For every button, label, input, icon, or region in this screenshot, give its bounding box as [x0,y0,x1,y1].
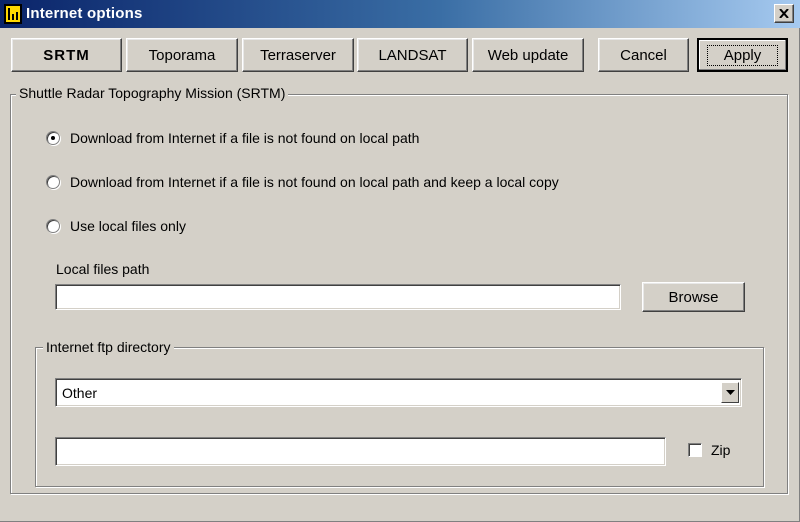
radio-download-keep-copy-label: Download from Internet if a file is not … [70,174,559,190]
ftp-group-label: Internet ftp directory [43,339,174,355]
cancel-button-label: Cancel [620,46,667,64]
chevron-down-icon [725,390,735,395]
tab-landsat[interactable]: LANDSAT [357,38,468,72]
window-title: Internet options [26,5,143,22]
app-icon [4,4,22,24]
ftp-directory-selected: Other [62,384,98,401]
tab-web-update[interactable]: Web update [472,38,584,72]
radio-local-only-label: Use local files only [70,218,186,234]
zip-checkbox[interactable] [688,443,702,457]
close-button[interactable] [774,4,794,23]
title-bar: Internet options [0,0,800,28]
local-files-path-label: Local files path [56,261,150,277]
radio-download-label: Download from Internet if a file is not … [70,130,420,146]
radio-button-selected[interactable] [46,131,60,145]
srtm-group-label: Shuttle Radar Topography Mission (SRTM) [16,85,289,101]
local-files-path-input[interactable] [55,284,621,310]
ftp-url-input[interactable] [55,437,666,466]
cancel-button[interactable]: Cancel [598,38,689,72]
radio-download-keep-copy[interactable]: Download from Internet if a file is not … [46,172,559,192]
dropdown-button[interactable] [721,382,739,403]
tab-toporama-label: Toporama [148,46,216,64]
browse-button[interactable]: Browse [642,282,745,312]
tab-landsat-label: LANDSAT [378,46,447,64]
tab-web-update-label: Web update [487,46,569,64]
tab-terraserver[interactable]: Terraserver [242,38,354,72]
tab-srtm[interactable]: SRTM [11,38,122,72]
tab-terraserver-label: Terraserver [260,46,336,64]
zip-label: Zip [711,442,731,458]
tab-toporama[interactable]: Toporama [126,38,238,72]
ftp-groupbox [35,347,764,487]
apply-button-label: Apply [706,44,779,66]
ftp-directory-select[interactable]: Other [55,378,742,407]
tab-srtm-label: SRTM [43,46,90,64]
browse-button-label: Browse [668,288,719,306]
radio-local-only[interactable]: Use local files only [46,216,186,236]
radio-button[interactable] [46,175,60,189]
apply-button[interactable]: Apply [697,38,788,72]
radio-download[interactable]: Download from Internet if a file is not … [46,128,419,148]
radio-button[interactable] [46,219,60,233]
close-icon [779,9,789,18]
internet-options-dialog: Internet options SRTM Toporama Terraserv… [0,0,800,522]
